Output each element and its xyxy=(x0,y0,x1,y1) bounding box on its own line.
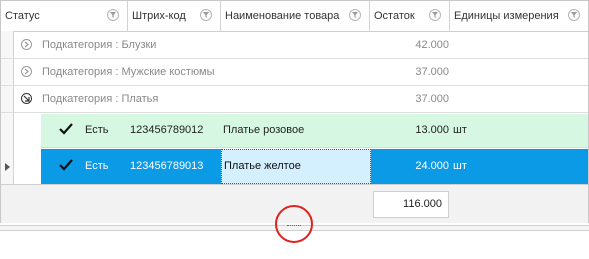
status-cell[interactable]: Есть xyxy=(85,124,108,136)
name-cell[interactable]: Платье розовое xyxy=(223,124,304,136)
table-row-selected[interactable]: Есть 123456789013 Платье желтое 24.000 ш… xyxy=(41,149,588,184)
barcode-cell[interactable]: 123456789013 xyxy=(130,160,203,172)
check-icon xyxy=(59,159,73,174)
group-sum: 37.000 xyxy=(415,93,449,105)
group-sum: 42.000 xyxy=(415,39,449,51)
unit-cell[interactable]: шт xyxy=(453,124,467,136)
qty-cell[interactable]: 13.000 xyxy=(373,124,449,136)
name-cell-focused[interactable]: Платье желтое xyxy=(221,149,371,184)
qty-cell[interactable]: 24.000 xyxy=(373,160,449,172)
expand-icon[interactable] xyxy=(21,39,32,50)
column-header-label: Наименование товара xyxy=(225,10,340,22)
column-header-label: Статус xyxy=(5,10,40,22)
filter-icon[interactable] xyxy=(200,9,212,21)
table-row[interactable]: Есть 123456789012 Платье розовое 13.000 … xyxy=(41,114,588,148)
check-icon xyxy=(59,123,73,138)
filter-icon[interactable] xyxy=(349,9,361,21)
column-header-label: Единицы измерения xyxy=(454,10,559,22)
barcode-cell[interactable]: 123456789012 xyxy=(130,124,203,136)
group-row[interactable]: Подкатегория : Блузки 42.000 xyxy=(1,32,588,59)
expand-icon[interactable] xyxy=(21,66,32,77)
data-grid: Статус Штрих-код Наименование товара Ост… xyxy=(0,0,589,223)
unit-cell[interactable]: шт xyxy=(453,160,467,172)
total-qty: 116.000 xyxy=(373,191,449,218)
group-label: Подкатегория : Мужские костюмы xyxy=(42,66,215,78)
annotation-circle xyxy=(275,205,313,243)
filter-icon[interactable] xyxy=(107,9,119,21)
name-cell-text: Платье желтое xyxy=(224,160,301,172)
filter-icon[interactable] xyxy=(429,9,441,21)
group-label: Подкатегория : Блузки xyxy=(42,39,157,51)
column-header-barcode[interactable]: Штрих-код xyxy=(128,1,221,31)
column-header-label: Остаток xyxy=(374,10,415,22)
column-header-unit[interactable]: Единицы измерения xyxy=(450,1,588,31)
column-header-qty[interactable]: Остаток xyxy=(370,1,450,31)
column-header-status[interactable]: Статус xyxy=(1,1,128,31)
group-label: Подкатегория : Платья xyxy=(42,93,159,105)
column-header-label: Штрих-код xyxy=(132,10,186,22)
group-row[interactable]: Подкатегория : Мужские костюмы 37.000 xyxy=(1,59,588,86)
current-row-arrow-icon xyxy=(5,162,10,174)
column-header-name[interactable]: Наименование товара xyxy=(221,1,370,31)
grid-header: Статус Штрих-код Наименование товара Ост… xyxy=(1,1,588,32)
status-cell[interactable]: Есть xyxy=(85,160,108,172)
group-sum: 37.000 xyxy=(415,66,449,78)
filter-icon[interactable] xyxy=(568,9,580,21)
group-row[interactable]: Подкатегория : Платья 37.000 xyxy=(1,86,588,113)
collapse-icon[interactable] xyxy=(21,93,32,104)
